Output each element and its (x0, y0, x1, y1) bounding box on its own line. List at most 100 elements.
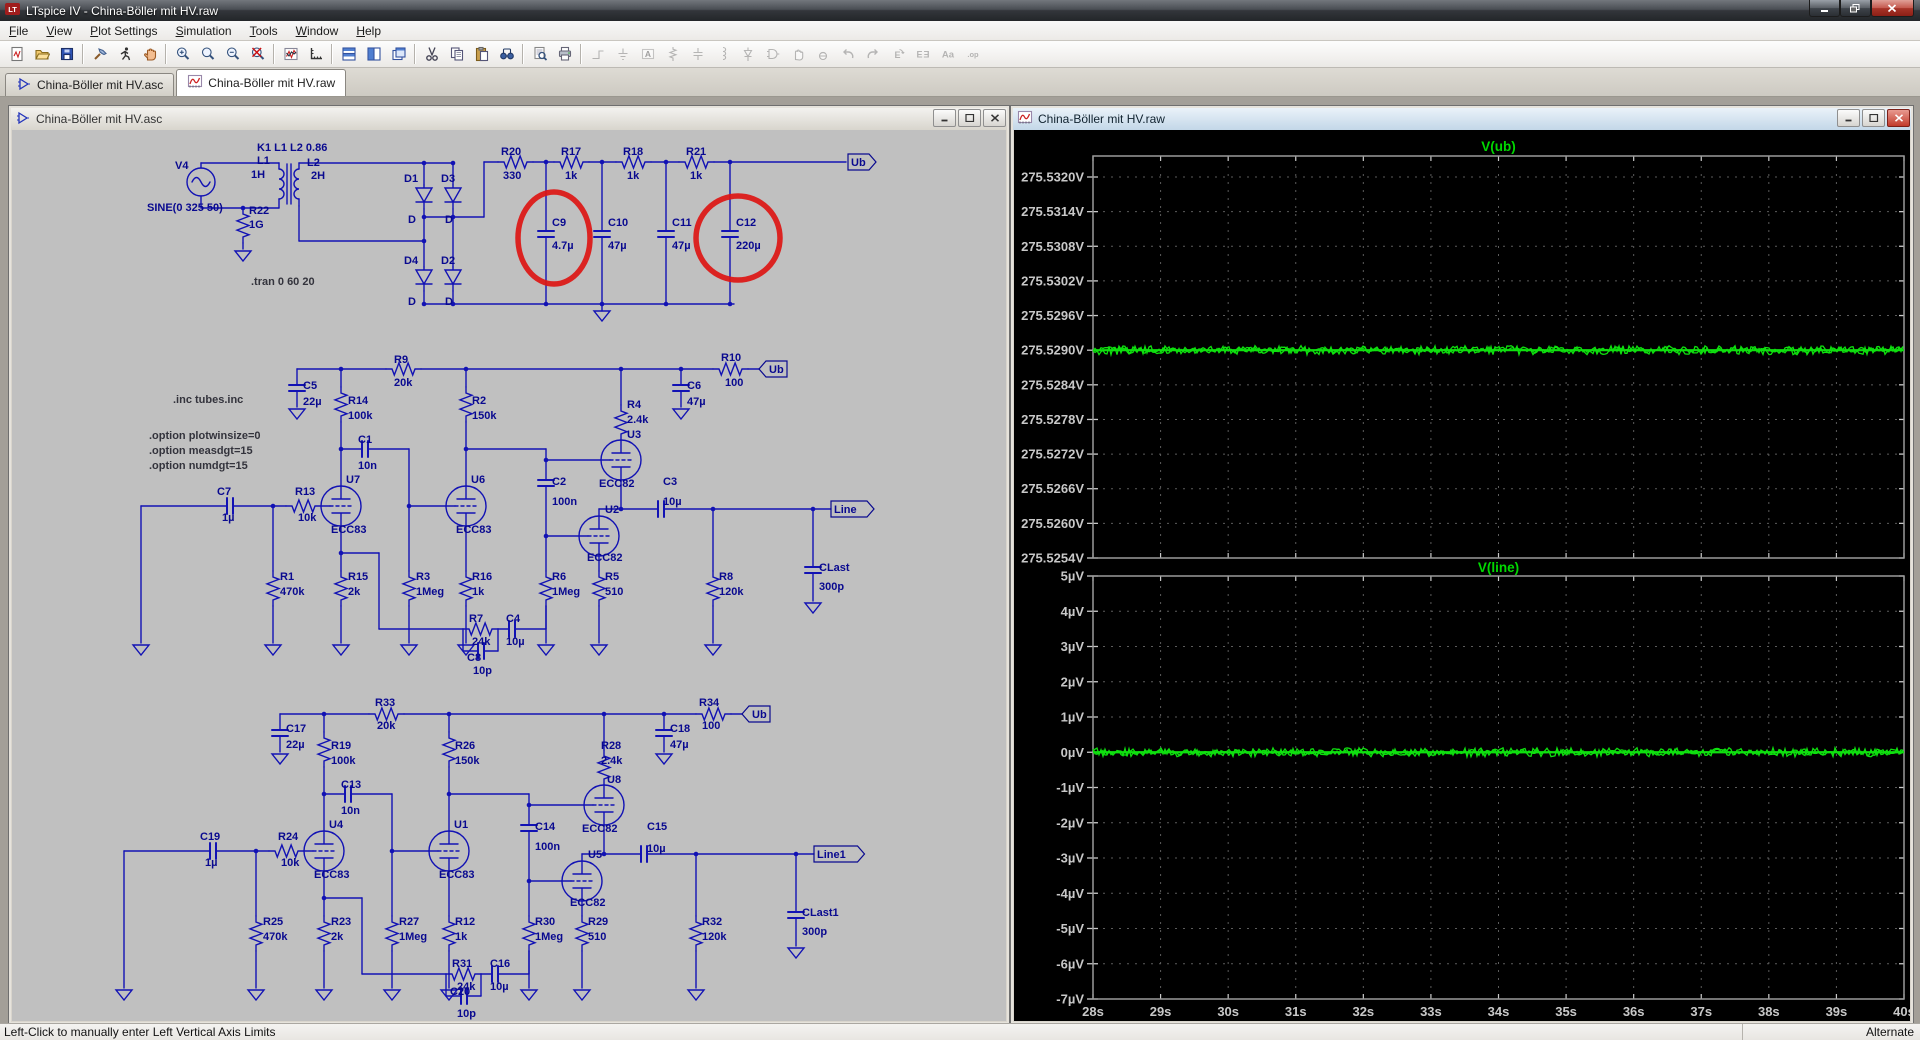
component-label: R34 (699, 697, 720, 709)
component-label: C1 (358, 434, 372, 446)
component-label: C16 (490, 958, 510, 970)
waveform-maximize-button[interactable] (1862, 109, 1885, 127)
component-label: C11 (672, 217, 692, 229)
toolbar: A E E Ǝ Aa .op (0, 41, 1920, 68)
zoom-in-button[interactable] (170, 42, 195, 66)
schematic-close-button[interactable] (983, 109, 1006, 127)
schematic-canvas[interactable]: Ub Ub Line Ub Line1 K1 L1 L2 0.86 V4 SINE(0 325… (12, 130, 1006, 1021)
component-label: 24k (472, 636, 491, 648)
menu-window[interactable]: Window (287, 22, 348, 40)
schematic-maximize-button[interactable] (958, 109, 981, 127)
plot-settings-button[interactable] (303, 42, 328, 66)
halt-button[interactable] (137, 42, 162, 66)
component-label: 2.4k (601, 755, 623, 767)
minimize-button[interactable] (1809, 0, 1840, 17)
svg-text:275.5266V: 275.5266V (1021, 481, 1084, 496)
cut-button[interactable] (419, 42, 444, 66)
tile-horizontally-button[interactable] (361, 42, 386, 66)
component-label: C2 (552, 476, 566, 488)
svg-text:39s: 39s (1826, 1004, 1848, 1019)
schematic-minimize-button[interactable] (933, 109, 956, 127)
trace-legend[interactable]: V(ub) (1481, 139, 1516, 154)
svg-text:0µV: 0µV (1061, 745, 1085, 760)
waveform-minimize-button[interactable] (1837, 109, 1860, 127)
waveform-canvas[interactable]: 275.5320V 275.5314V 275.5308V 275.5302V 275.… (1014, 130, 1910, 1021)
component-label: R20 (501, 146, 521, 158)
waveform-window-titlebar[interactable]: China-Böller mit HV.raw (1013, 108, 1911, 130)
component-label: U4 (329, 819, 344, 831)
autorange-button[interactable] (278, 42, 303, 66)
component-label: C18 (670, 723, 690, 735)
component-label: C7 (217, 486, 231, 498)
find-button[interactable] (494, 42, 519, 66)
schematic-window-titlebar[interactable]: China-Böller mit HV.asc (11, 108, 1007, 130)
svg-text:275.5320V: 275.5320V (1021, 170, 1084, 185)
new-schematic-button[interactable] (4, 42, 29, 66)
component-label: V4 (175, 160, 189, 172)
component-label: R18 (623, 146, 643, 158)
component-label: R2 (472, 395, 486, 407)
zoom-full-extents-button[interactable] (245, 42, 270, 66)
tab-0[interactable]: China-Böller mit HV.asc (5, 73, 175, 96)
component-label: R27 (399, 916, 419, 928)
svg-text:275.5278V: 275.5278V (1021, 412, 1084, 427)
svg-text:Ub: Ub (752, 709, 767, 721)
component-label: U5 (588, 849, 602, 861)
component-label: D4 (404, 255, 419, 267)
zoom-out-button[interactable] (220, 42, 245, 66)
svg-text:Ub: Ub (769, 364, 784, 376)
menu-plot-settings[interactable]: Plot Settings (81, 22, 166, 40)
trace-legend[interactable]: V(line) (1478, 560, 1519, 575)
component-label: D3 (441, 173, 455, 185)
component-label: 2k (348, 586, 361, 598)
menu-tools[interactable]: Tools (241, 22, 287, 40)
rotate-button: E (885, 42, 910, 66)
component-label: R33 (375, 697, 395, 709)
waveform-svg[interactable]: 275.5320V 275.5314V 275.5308V 275.5302V 275.… (1014, 130, 1910, 1021)
component-label: C6 (687, 380, 701, 392)
svg-text:.op: .op (967, 50, 979, 59)
menu-help[interactable]: Help (347, 22, 390, 40)
menu-view[interactable]: View (37, 22, 81, 40)
component-label: C12 (736, 217, 756, 229)
window-controls (1809, 0, 1914, 17)
label-net-button: A (635, 42, 660, 66)
menu-simulation[interactable]: Simulation (167, 22, 241, 40)
component-label: 10k (298, 512, 317, 524)
zoom-back-button[interactable] (195, 42, 220, 66)
svg-text:37s: 37s (1690, 1004, 1712, 1019)
svg-text:Ub: Ub (851, 157, 866, 169)
control-panel-button[interactable] (87, 42, 112, 66)
paste-button[interactable] (469, 42, 494, 66)
close-button[interactable] (1871, 0, 1914, 17)
save-button[interactable] (54, 42, 79, 66)
copy-button[interactable] (444, 42, 469, 66)
main-titlebar[interactable]: LT LTspice IV - China-Böller mit HV.raw (0, 0, 1920, 21)
restore-button[interactable] (1840, 0, 1871, 17)
component-label: R14 (348, 395, 369, 407)
component-label: C5 (303, 380, 317, 392)
tile-vertically-button[interactable] (336, 42, 361, 66)
component-label: 47µ (670, 739, 689, 751)
menu-file[interactable]: File (0, 22, 37, 40)
schematic-svg[interactable]: Ub Ub Line Ub Line1 K1 L1 L2 0.86 V4 SINE(0 325… (12, 130, 1006, 1021)
svg-text:33s: 33s (1420, 1004, 1442, 1019)
component-label: U3 (627, 429, 641, 441)
tab-1[interactable]: China-Böller mit HV.raw (176, 69, 347, 96)
print-preview-button[interactable] (527, 42, 552, 66)
waveform-close-button[interactable] (1887, 109, 1910, 127)
component-label: K1 L1 L2 0.86 (257, 142, 327, 154)
print-button[interactable] (552, 42, 577, 66)
svg-text:38s: 38s (1758, 1004, 1780, 1019)
svg-text:35s: 35s (1555, 1004, 1577, 1019)
component-label: C8 (467, 652, 481, 664)
run-button[interactable] (112, 42, 137, 66)
component-label: D2 (441, 255, 455, 267)
open-button[interactable] (29, 42, 54, 66)
component-label: R1 (280, 571, 294, 583)
cascade-button[interactable] (386, 42, 411, 66)
component-label: SINE(0 325 50) (147, 202, 223, 214)
mirror-button: EƎ (910, 42, 935, 66)
component-label: R13 (295, 486, 315, 498)
svg-text:A: A (644, 49, 650, 59)
